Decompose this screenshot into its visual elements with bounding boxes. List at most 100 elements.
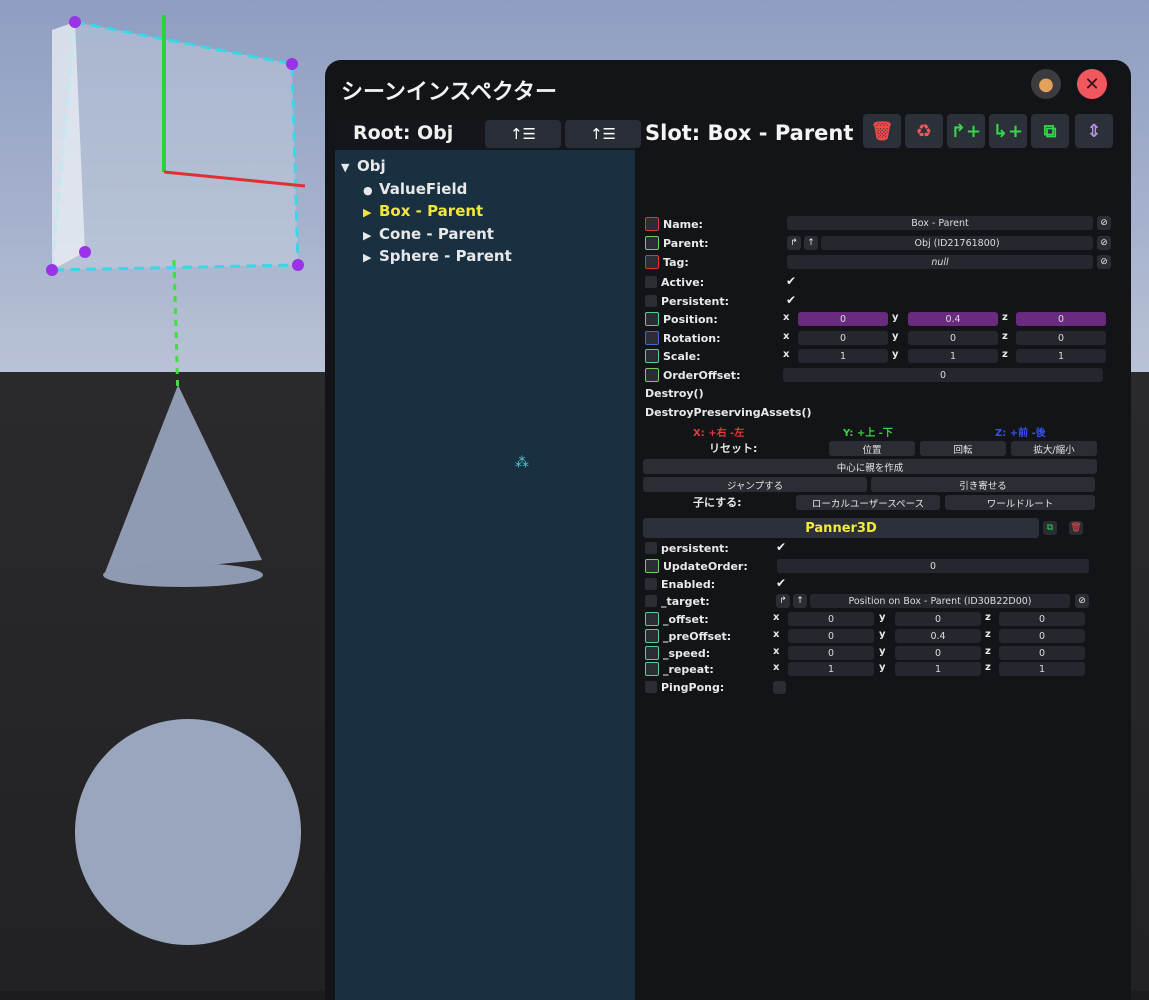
parent-field[interactable]: Obj (ID21761800) bbox=[821, 236, 1093, 250]
rotation-z-field[interactable]: 0 bbox=[1016, 331, 1106, 345]
scale-y-field[interactable]: 1 bbox=[908, 349, 998, 363]
position-x-field[interactable]: 0 bbox=[798, 312, 888, 326]
box-handle[interactable] bbox=[79, 246, 91, 258]
component-header[interactable]: Panner3D bbox=[643, 518, 1039, 538]
recycle-slot-button[interactable]: ♻ bbox=[905, 114, 943, 148]
jump-button[interactable]: ジャンプする bbox=[643, 477, 867, 492]
speed-z-field[interactable]: 0 bbox=[999, 646, 1085, 660]
preoffset-z-field[interactable]: 0 bbox=[999, 629, 1085, 643]
tree-item-valuefield[interactable]: ● ValueField bbox=[341, 179, 512, 202]
tree-item-obj[interactable]: ▼ Obj bbox=[341, 156, 512, 179]
parent-up-icon[interactable]: ↑ bbox=[804, 236, 818, 250]
sphere-object[interactable] bbox=[75, 719, 301, 945]
target-up-icon[interactable]: ↑ bbox=[793, 594, 807, 608]
target-label: _target: bbox=[661, 594, 710, 608]
tree-item-sphere-parent[interactable]: ▶ Sphere - Parent bbox=[341, 246, 512, 269]
clear-parent-icon[interactable]: ⊘ bbox=[1097, 236, 1111, 250]
repeat-x-field[interactable]: 1 bbox=[788, 662, 874, 676]
collapse-button[interactable]: ⇕ bbox=[1075, 114, 1113, 148]
add-parent-button[interactable]: ↱+ bbox=[947, 114, 985, 148]
position-y-field[interactable]: 0.4 bbox=[908, 312, 998, 326]
scale-x-field[interactable]: 1 bbox=[798, 349, 888, 363]
comp-persistent-checkbox[interactable]: ✔ bbox=[776, 541, 789, 554]
child-of-label: 子にする: bbox=[693, 496, 742, 509]
preoffset-x-field[interactable]: 0 bbox=[788, 629, 874, 643]
axis-y-label: y bbox=[879, 629, 886, 640]
parent-row: Parent: bbox=[645, 235, 709, 251]
box-handle[interactable] bbox=[286, 58, 298, 70]
trash-icon: 🗑 bbox=[870, 120, 894, 142]
tree-item-cone-parent[interactable]: ▶ Cone - Parent bbox=[341, 224, 512, 247]
scale-z-field[interactable]: 1 bbox=[1016, 349, 1106, 363]
bring-button[interactable]: 引き寄せる bbox=[871, 477, 1095, 492]
offset-label: _offset: bbox=[663, 612, 709, 626]
active-checkbox[interactable]: ✔ bbox=[786, 275, 799, 288]
clear-name-icon[interactable]: ⊘ bbox=[1097, 216, 1111, 230]
target-jump-icon[interactable]: ↱ bbox=[776, 594, 790, 608]
ref-icon bbox=[645, 236, 659, 250]
tag-field[interactable]: null bbox=[787, 255, 1093, 269]
field-icon bbox=[645, 312, 659, 326]
laser-cursor-icon: ⁂ bbox=[515, 455, 529, 471]
position-z-field[interactable]: 0 bbox=[1016, 312, 1106, 326]
destroy-preserving-action[interactable]: DestroyPreservingAssets() bbox=[645, 404, 812, 420]
order-offset-field[interactable]: 0 bbox=[783, 368, 1103, 382]
update-order-field[interactable]: 0 bbox=[777, 559, 1089, 573]
local-user-space-button[interactable]: ローカルユーザースペース bbox=[796, 495, 940, 510]
expand-icon[interactable]: ▶ bbox=[363, 202, 379, 224]
pingpong-checkbox[interactable] bbox=[773, 681, 786, 694]
rotation-x-field[interactable]: 0 bbox=[798, 331, 888, 345]
offset-y-field[interactable]: 0 bbox=[895, 612, 981, 626]
root-up-button[interactable]: ↑☰ bbox=[485, 120, 561, 148]
speed-y-field[interactable]: 0 bbox=[895, 646, 981, 660]
comp-persistent-row: persistent: bbox=[645, 540, 729, 556]
scale-row: Scale: bbox=[645, 348, 701, 364]
offset-z-field[interactable]: 0 bbox=[999, 612, 1085, 626]
clear-tag-icon[interactable]: ⊘ bbox=[1097, 255, 1111, 269]
expand-icon[interactable]: ▼ bbox=[341, 157, 357, 179]
close-button[interactable]: ✕ bbox=[1077, 69, 1107, 99]
name-row: Name: bbox=[645, 216, 703, 232]
rotation-y-field[interactable]: 0 bbox=[908, 331, 998, 345]
update-order-label: UpdateOrder: bbox=[663, 559, 748, 573]
expand-icon[interactable]: ▶ bbox=[363, 247, 379, 269]
repeat-row: _repeat: bbox=[645, 661, 714, 677]
repeat-z-field[interactable]: 1 bbox=[999, 662, 1085, 676]
box-handle[interactable] bbox=[46, 264, 58, 276]
pin-button[interactable]: ● bbox=[1031, 69, 1061, 99]
scale-label: Scale: bbox=[663, 349, 701, 363]
speed-x-field[interactable]: 0 bbox=[788, 646, 874, 660]
box-handle[interactable] bbox=[69, 16, 81, 28]
cone-object[interactable] bbox=[104, 385, 262, 575]
delete-component-icon[interactable]: 🗑 bbox=[1069, 521, 1083, 535]
persistent-checkbox[interactable]: ✔ bbox=[786, 294, 799, 307]
tree-item-box-parent[interactable]: ▶ Box - Parent bbox=[341, 201, 512, 224]
root-set-button[interactable]: ↑☰ bbox=[565, 120, 641, 148]
recycle-icon: ♻ bbox=[915, 120, 933, 142]
delete-slot-button[interactable]: 🗑 bbox=[863, 114, 901, 148]
world-root-button[interactable]: ワールドルート bbox=[945, 495, 1095, 510]
clear-target-icon[interactable]: ⊘ bbox=[1075, 594, 1089, 608]
enabled-checkbox[interactable]: ✔ bbox=[776, 577, 789, 590]
axis-z-label: z bbox=[985, 629, 991, 640]
axis-x-label: x bbox=[773, 629, 780, 640]
reset-scale-button[interactable]: 拡大/縮小 bbox=[1011, 441, 1097, 456]
duplicate-slot-button[interactable]: ⧉ bbox=[1031, 114, 1069, 148]
repeat-y-field[interactable]: 1 bbox=[895, 662, 981, 676]
offset-x-field[interactable]: 0 bbox=[788, 612, 874, 626]
destroy-action[interactable]: Destroy() bbox=[645, 385, 704, 401]
expand-icon[interactable]: ▶ bbox=[363, 225, 379, 247]
create-parent-button[interactable]: 中心に親を作成 bbox=[643, 459, 1097, 474]
axis-y-label: y bbox=[879, 612, 886, 623]
reset-position-button[interactable]: 位置 bbox=[829, 441, 915, 456]
selected-box[interactable] bbox=[50, 20, 300, 272]
target-field[interactable]: Position on Box - Parent (ID30B22D00) bbox=[810, 594, 1070, 608]
name-field[interactable]: Box - Parent bbox=[787, 216, 1093, 230]
add-child-button[interactable]: ↳+ bbox=[989, 114, 1027, 148]
preoffset-y-field[interactable]: 0.4 bbox=[895, 629, 981, 643]
duplicate-component-icon[interactable]: ⧉ bbox=[1043, 521, 1057, 535]
box-handle[interactable] bbox=[292, 259, 304, 271]
reset-rotation-button[interactable]: 回転 bbox=[920, 441, 1006, 456]
parent-jump-icon[interactable]: ↱ bbox=[787, 236, 801, 250]
pingpong-label: PingPong: bbox=[661, 680, 725, 694]
